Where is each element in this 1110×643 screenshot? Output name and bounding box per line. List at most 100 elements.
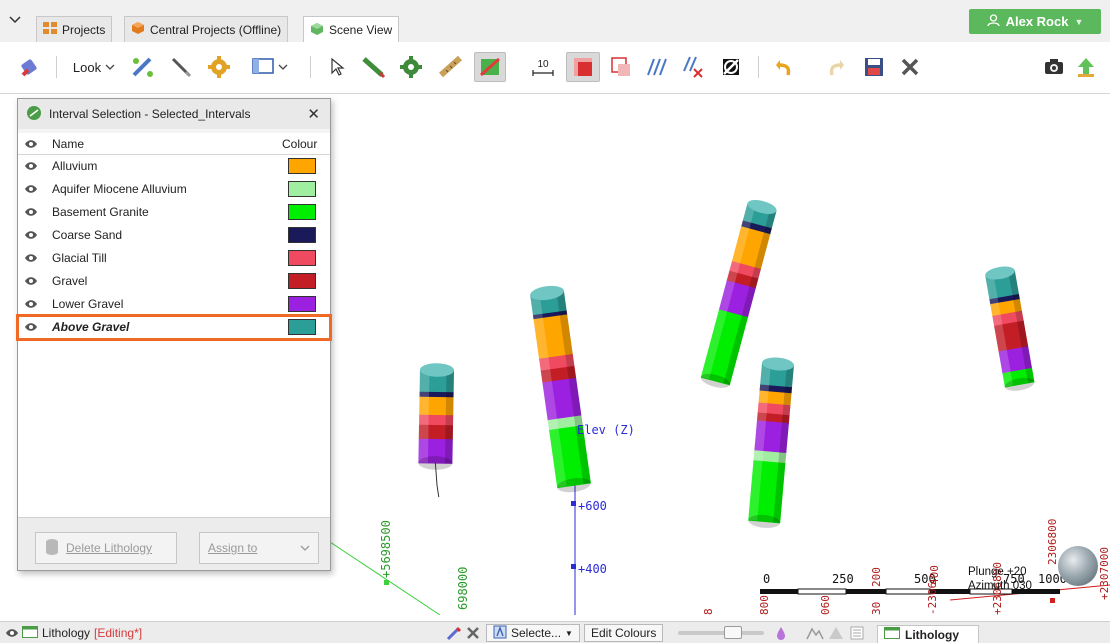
edit-colours-button[interactable]: Edit Colours bbox=[584, 624, 664, 642]
eye-icon[interactable] bbox=[25, 207, 37, 217]
ruler-icon[interactable] bbox=[436, 52, 466, 82]
save-icon[interactable] bbox=[860, 52, 888, 82]
pencil-icon[interactable] bbox=[166, 52, 196, 82]
orientation-readout: Plunge +20 Azimuth 030 bbox=[968, 565, 1032, 593]
camera-icon[interactable] bbox=[1040, 52, 1068, 82]
caret-down-icon: ▼ bbox=[1074, 16, 1084, 27]
eye-icon[interactable] bbox=[25, 322, 37, 332]
layer-icon bbox=[884, 627, 900, 642]
chevron-down-icon[interactable] bbox=[8, 12, 28, 32]
legend-list-icon[interactable] bbox=[850, 624, 864, 642]
edit-colours-label: Edit Colours bbox=[584, 624, 664, 642]
easting-label: +2307000 bbox=[1098, 547, 1110, 600]
tab-central-projects[interactable]: Central Projects (Offline) bbox=[124, 16, 289, 42]
orientation-globe-icon[interactable] bbox=[1058, 546, 1098, 586]
eye-icon[interactable] bbox=[25, 161, 37, 171]
column-header-colour[interactable]: Colour bbox=[282, 137, 317, 151]
lithology-name: Aquifer Miocene Alluvium bbox=[52, 182, 187, 196]
interval-selection-icon bbox=[26, 105, 42, 124]
layer-indicator[interactable]: Lithology [Editing*] bbox=[6, 624, 142, 642]
list-item[interactable]: Coarse Sand bbox=[18, 224, 330, 247]
selection-mode-label: Selecte... bbox=[511, 626, 562, 640]
tab-central-projects-label: Central Projects (Offline) bbox=[150, 22, 282, 37]
erase-fill-icon[interactable] bbox=[606, 52, 636, 82]
close-icon[interactable]: ✕ bbox=[307, 105, 320, 123]
no-fill-icon[interactable] bbox=[716, 52, 746, 82]
colour-swatch[interactable] bbox=[288, 204, 316, 220]
eye-icon[interactable] bbox=[25, 276, 37, 286]
list-item[interactable]: Basement Granite bbox=[18, 201, 330, 224]
opacity-slider-track[interactable] bbox=[678, 631, 764, 635]
elev-tick-marker bbox=[571, 564, 576, 569]
delete-lithology-button[interactable]: Delete Lithology bbox=[35, 532, 177, 564]
slice-tool-icon[interactable] bbox=[358, 52, 388, 82]
easting-label: 2306800 bbox=[1046, 519, 1059, 565]
pencil-erase-icon[interactable] bbox=[446, 624, 462, 642]
cube-icon bbox=[131, 21, 145, 38]
list-item[interactable]: Above Gravel bbox=[16, 314, 332, 341]
easting-label: 30 bbox=[870, 602, 883, 615]
colour-swatch[interactable] bbox=[288, 227, 316, 243]
list-item[interactable]: Lower Gravel bbox=[18, 293, 330, 316]
layout-dropdown[interactable] bbox=[246, 52, 294, 82]
surface-icon[interactable] bbox=[828, 624, 844, 642]
tab-scene-view[interactable]: Scene View bbox=[303, 16, 400, 43]
list-item[interactable]: Gravel bbox=[18, 270, 330, 293]
colour-swatch[interactable] bbox=[288, 181, 316, 197]
user-icon bbox=[986, 13, 1000, 30]
eye-icon[interactable] bbox=[25, 253, 37, 263]
lithology-name: Gravel bbox=[52, 274, 88, 288]
lithology-name: Lower Gravel bbox=[52, 297, 124, 311]
contour-icon[interactable] bbox=[806, 624, 824, 642]
assign-to-button[interactable]: Assign to bbox=[199, 532, 319, 564]
user-menu-button[interactable]: Alex Rock ▼ bbox=[969, 9, 1101, 34]
paint-bucket-icon[interactable] bbox=[16, 52, 46, 82]
elev-tick-label: +400 bbox=[578, 562, 607, 576]
lithology-name: Coarse Sand bbox=[52, 228, 123, 242]
wand-tool-icon[interactable] bbox=[128, 52, 158, 82]
eye-icon[interactable] bbox=[25, 299, 37, 309]
spacing-value: 10 bbox=[537, 58, 549, 70]
eye-icon[interactable] bbox=[25, 230, 37, 240]
easting-label: 400 bbox=[928, 565, 941, 585]
list-header: Name Colour bbox=[18, 133, 330, 155]
colour-swatch[interactable] bbox=[288, 158, 316, 174]
elev-axis-label: Elev (Z) bbox=[577, 423, 635, 437]
panel-title-bar[interactable]: Interval Selection - Selected_Intervals … bbox=[18, 99, 330, 129]
colour-swatch[interactable] bbox=[288, 319, 316, 335]
opacity-slider-thumb[interactable] bbox=[724, 626, 742, 639]
close-icon[interactable] bbox=[466, 624, 480, 642]
hatch-lines-icon[interactable] bbox=[642, 52, 672, 82]
undo-icon[interactable] bbox=[770, 52, 798, 82]
northing-label: +5698500 bbox=[379, 520, 393, 578]
redo-icon[interactable] bbox=[822, 52, 850, 82]
colour-swatch[interactable] bbox=[288, 296, 316, 312]
column-header-name[interactable]: Name bbox=[52, 137, 84, 151]
cursor-arrow-icon[interactable] bbox=[324, 52, 352, 82]
delete-lithology-label: Delete Lithology bbox=[66, 541, 153, 555]
list-item[interactable]: Glacial Till bbox=[18, 247, 330, 270]
look-dropdown[interactable]: Look bbox=[66, 52, 122, 82]
upload-icon[interactable] bbox=[1072, 52, 1100, 82]
lithology-name: Glacial Till bbox=[52, 251, 107, 265]
selection-mode-dropdown[interactable]: Selecte... ▼ bbox=[486, 624, 580, 642]
spacing-icon[interactable]: 10 bbox=[528, 52, 558, 82]
gear-icon[interactable] bbox=[204, 52, 234, 82]
tab-projects[interactable]: Projects bbox=[36, 16, 113, 42]
list-item[interactable]: Alluvium bbox=[18, 155, 330, 178]
lithology-legend-tab[interactable]: Lithology bbox=[877, 625, 979, 643]
eye-icon[interactable] bbox=[25, 139, 37, 149]
color-drop-icon[interactable] bbox=[774, 624, 788, 642]
list-item[interactable]: Aquifer Miocene Alluvium bbox=[18, 178, 330, 201]
eye-icon[interactable] bbox=[25, 184, 37, 194]
colour-swatch[interactable] bbox=[288, 273, 316, 289]
clear-lines-icon[interactable] bbox=[678, 52, 708, 82]
colour-swatch[interactable] bbox=[288, 250, 316, 266]
close-icon[interactable] bbox=[896, 52, 924, 82]
eye-icon[interactable] bbox=[6, 628, 18, 638]
chevron-down-icon bbox=[278, 60, 288, 74]
fill-tool-button[interactable] bbox=[566, 52, 600, 82]
draw-section-button[interactable] bbox=[474, 52, 506, 82]
gear-settings-icon[interactable] bbox=[396, 52, 426, 82]
toolbar-separator bbox=[56, 56, 57, 78]
